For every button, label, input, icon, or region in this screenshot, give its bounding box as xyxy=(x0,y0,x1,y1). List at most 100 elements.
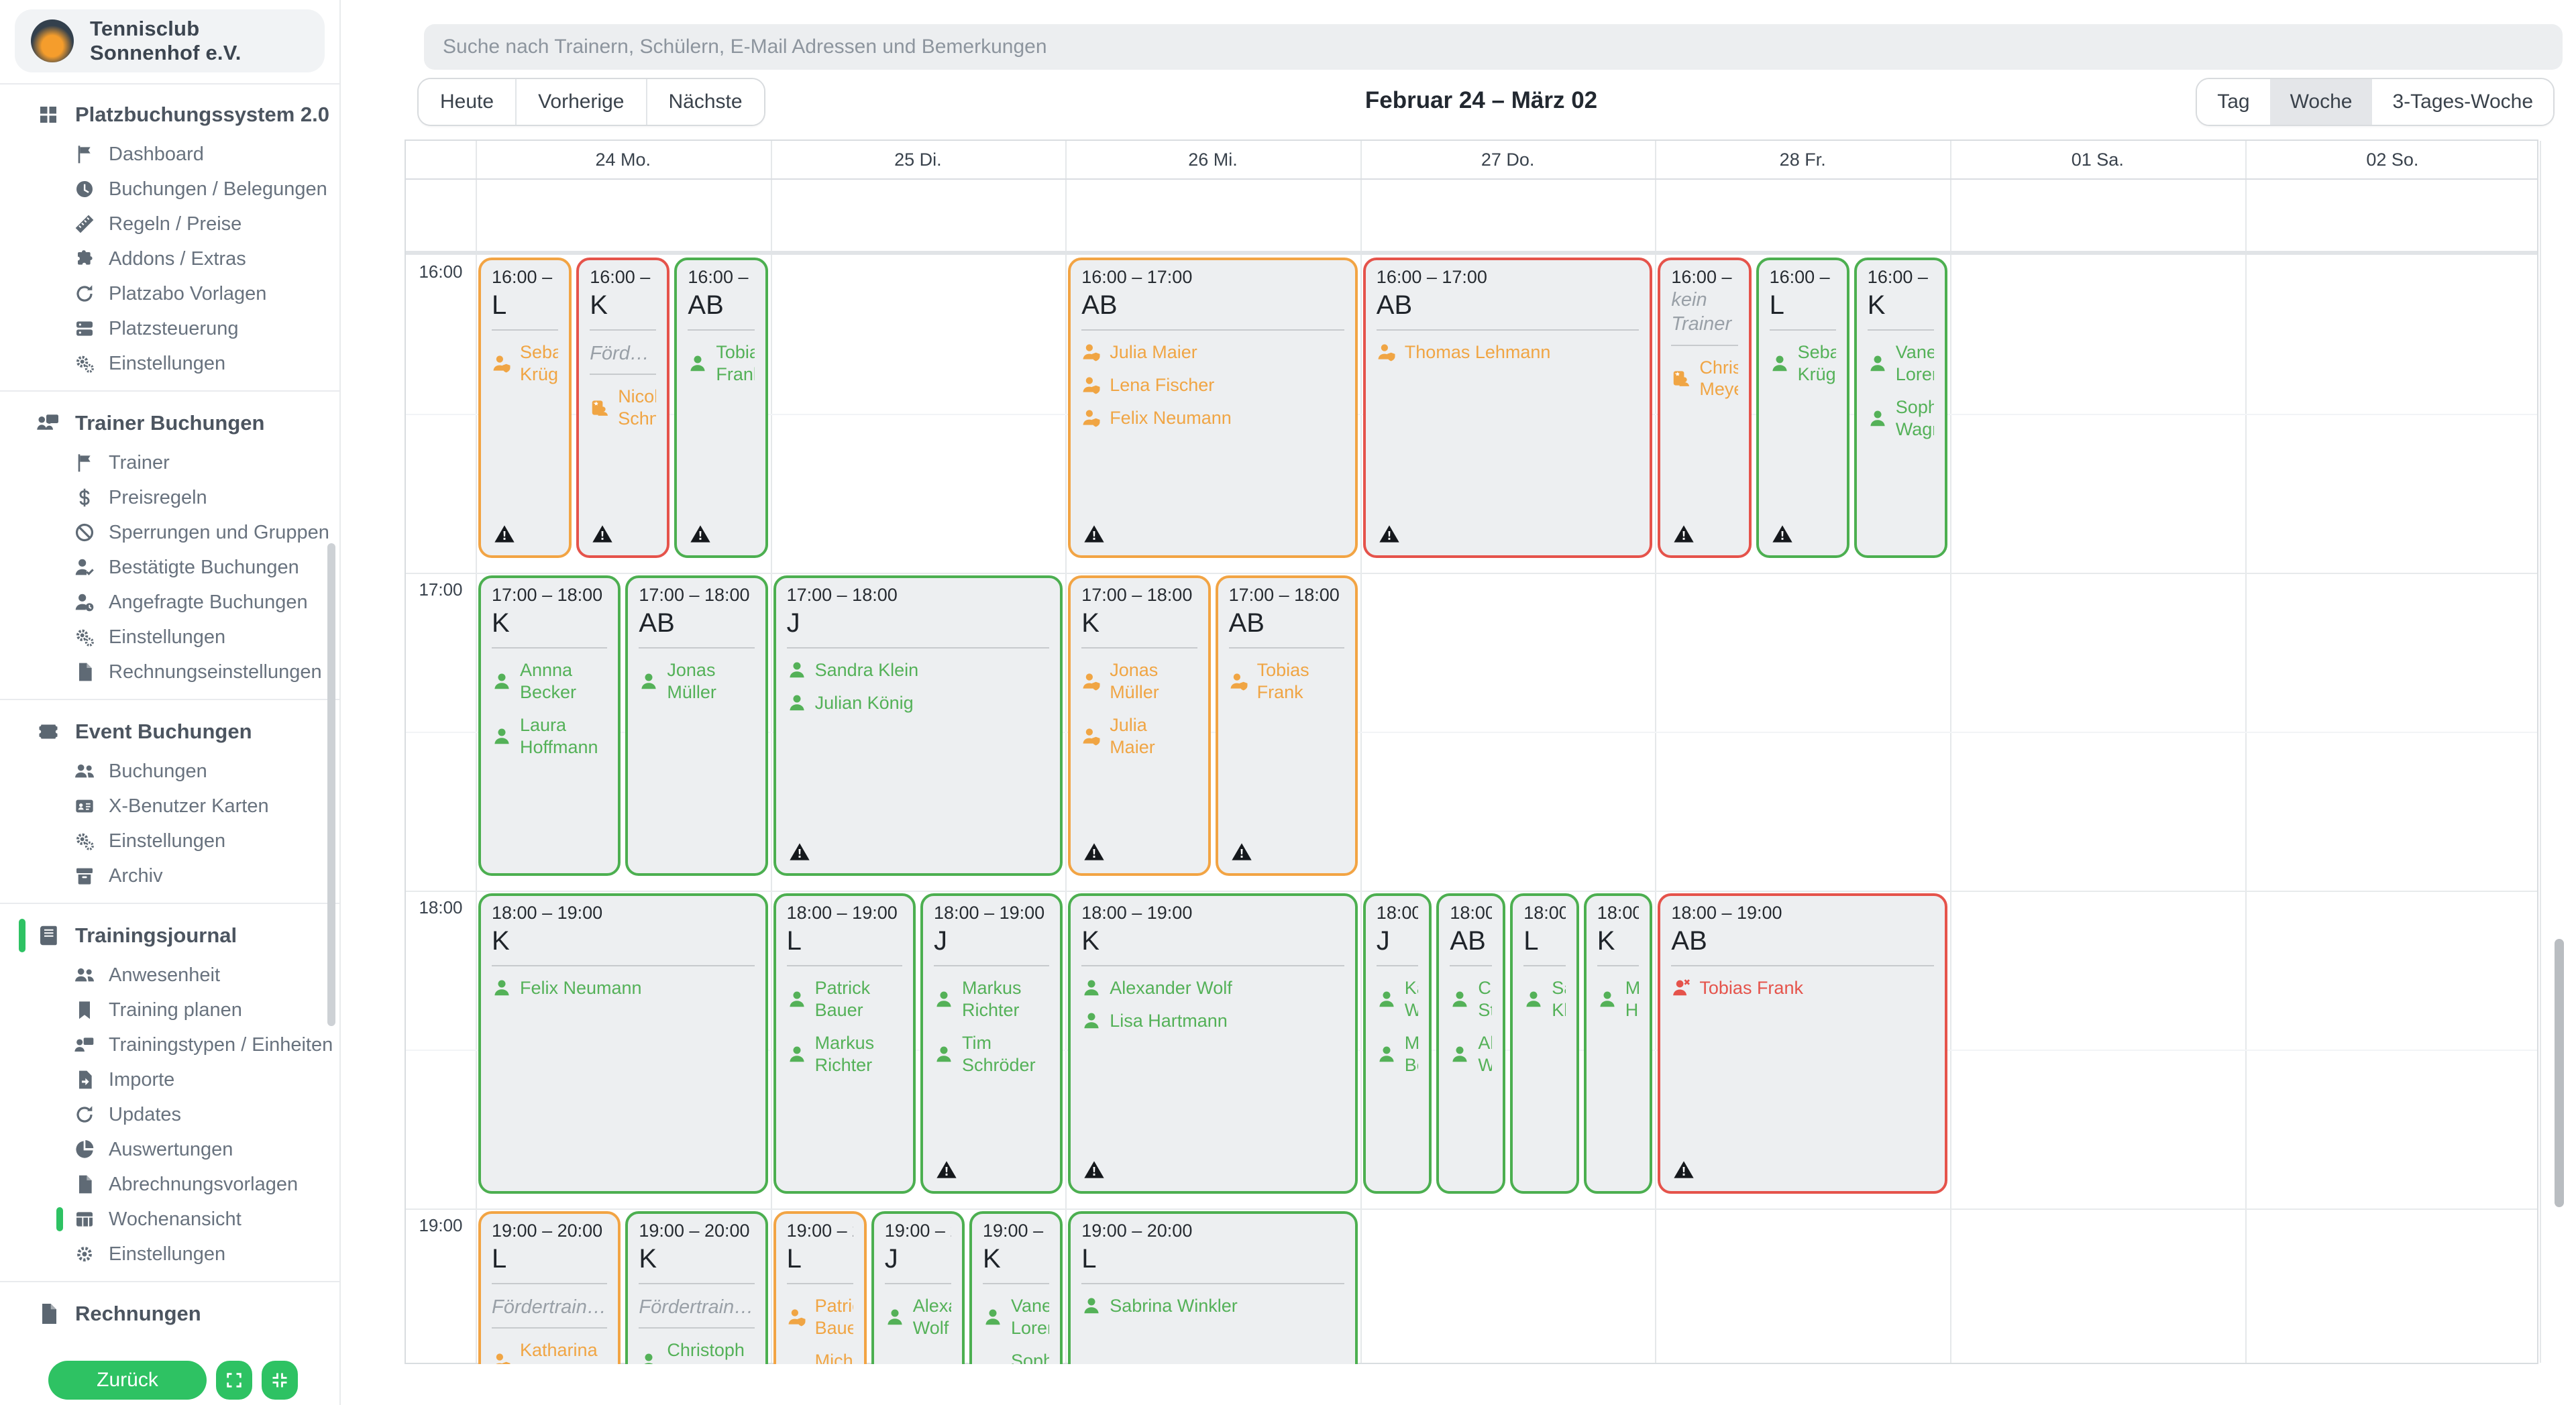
participant: Sophie Wagner xyxy=(983,1350,1049,1364)
vorherige-button[interactable]: Vorherige xyxy=(517,79,647,125)
event-card[interactable]: 18:00 – 19:00JKatharina WeberMelanie Ber… xyxy=(1363,893,1432,1194)
warning-icon xyxy=(591,523,614,545)
event-card[interactable]: 18:00 – 19:00KAlexander WolfLisa Hartman… xyxy=(1068,893,1358,1194)
person-x-icon xyxy=(1671,978,1691,998)
event-card[interactable]: 17:00 – 18:00JSandra KleinJulian König xyxy=(773,575,1063,876)
event-card[interactable]: 16:00 – 17:00ABJulia MaierLena FischerFe… xyxy=(1068,258,1358,558)
sidebar-scrollbar[interactable] xyxy=(327,543,335,1026)
participant: Maria Hoffmann xyxy=(1597,977,1640,1021)
sidebar-item-label: X-Benutzer Karten xyxy=(109,795,269,818)
sidebar-section-0[interactable]: Platzbuchungssystem 2.0 xyxy=(0,93,339,137)
view-3-tages-woche-button[interactable]: 3-Tages-Woche xyxy=(2372,79,2553,125)
event-card[interactable]: 17:00 – 18:00ABJonas Müller xyxy=(625,575,767,876)
sidebar-item[interactable]: Angefragte Buchungen xyxy=(0,585,339,620)
person-shield-icon xyxy=(787,1362,807,1364)
sidebar-item[interactable]: Addons / Extras xyxy=(0,241,339,276)
person-icon xyxy=(1081,1296,1102,1316)
event-card[interactable]: 16:00 – 17:00LSebastian Krüger xyxy=(1756,258,1849,558)
heute-button[interactable]: Heute xyxy=(419,79,517,125)
sidebar-item[interactable]: Buchungen / Belegungen xyxy=(0,172,339,207)
sidebar-item[interactable]: Rechnungseinstellungen xyxy=(0,655,339,689)
event-card[interactable]: 19:00 – 20:00KFördertrainingChristoph Me… xyxy=(625,1211,767,1364)
person-icon xyxy=(639,1351,659,1364)
event-card[interactable]: 18:00 – 19:00LPatrick BauerMarkus Richte… xyxy=(773,893,916,1194)
participant-name: Katharina Weber xyxy=(1405,977,1419,1021)
divider xyxy=(639,647,754,649)
back-button[interactable]: Zurück xyxy=(48,1361,207,1400)
collapse-button[interactable] xyxy=(262,1361,298,1400)
sidebar-item[interactable]: Platzabo Vorlagen xyxy=(0,276,339,311)
event-card[interactable]: 16:00 – 17:00ABThomas Lehmann xyxy=(1363,258,1653,558)
sidebar-item[interactable]: Abrechnungsvorlagen xyxy=(0,1167,339,1202)
person-icon xyxy=(1770,353,1790,374)
participant-name: Christoph Meyer xyxy=(1699,357,1737,401)
sidebar-item[interactable]: Sperrungen und Gruppen xyxy=(0,515,339,550)
event-card[interactable]: 16:00 – 17:00ABTobias Frank xyxy=(674,258,767,558)
participant-name: Sebastian Krüger xyxy=(1798,341,1836,386)
event-card[interactable]: 18:00 – 19:00KFelix Neumann xyxy=(478,893,768,1194)
app: Tennisclub Sonnenhof e.V. Platzbuchungss… xyxy=(0,0,2576,1405)
sidebar-item[interactable]: Wochenansicht xyxy=(0,1202,339,1237)
event-title: K xyxy=(492,607,607,639)
warning-icon xyxy=(1672,1159,1695,1180)
sidebar-item[interactable]: Einstellungen xyxy=(0,1237,339,1272)
sidebar-section-4[interactable]: Rechnungen xyxy=(0,1292,339,1336)
event-card[interactable]: 19:00 – 20:00LFördertrainingKatharina We… xyxy=(478,1211,621,1364)
sidebar-section-3[interactable]: Trainingsjournal xyxy=(0,913,339,958)
sidebar-section-label: Trainer Buchungen xyxy=(75,411,264,435)
event-card[interactable]: 19:00 – 20:00LSabrina Winkler xyxy=(1068,1211,1358,1364)
event-card[interactable]: 16:00 – 17:00KFördertrainingNicole Schne… xyxy=(576,258,669,558)
fullscreen-button[interactable] xyxy=(216,1361,252,1400)
calendar-scrollbar[interactable] xyxy=(2555,939,2564,1207)
view-woche-button[interactable]: Woche xyxy=(2270,79,2373,125)
sidebar-item[interactable]: Updates xyxy=(0,1097,339,1132)
event-card[interactable]: 16:00 – 17:00kein TrainerChristoph Meyer xyxy=(1658,258,1751,558)
search-input[interactable] xyxy=(424,24,2563,70)
event-card[interactable]: 19:00 – 20:00JAlexander Wolf xyxy=(871,1211,965,1364)
sidebar-item[interactable]: Dashboard xyxy=(0,137,339,172)
event-card[interactable]: 17:00 – 18:00KJonas MüllerJulia Maier xyxy=(1068,575,1210,876)
event-card[interactable]: 19:00 – 20:00KVanessa LorenzSophie Wagne… xyxy=(969,1211,1063,1364)
event-card[interactable]: 17:00 – 18:00KAnnna BeckerLaura Hoffmann xyxy=(478,575,621,876)
view-tag-button[interactable]: Tag xyxy=(2197,79,2269,125)
sidebar-item-label: Einstellungen xyxy=(109,626,225,649)
event-card[interactable]: 18:00 – 19:00ABTobias Frank xyxy=(1658,893,1947,1194)
sidebar-item[interactable]: Archiv xyxy=(0,858,339,893)
sidebar-item[interactable]: Einstellungen xyxy=(0,620,339,655)
sidebar-item[interactable]: Bestätigte Buchungen xyxy=(0,550,339,585)
club-header[interactable]: Tennisclub Sonnenhof e.V. xyxy=(15,9,325,72)
gears-icon xyxy=(74,830,95,852)
event-card[interactable]: 17:00 – 18:00ABTobias Frank xyxy=(1216,575,1358,876)
event-card[interactable]: 16:00 – 17:00KVanessa LorenzSophie Wagne… xyxy=(1854,258,1947,558)
hour-line xyxy=(406,573,2537,574)
event-card[interactable]: 18:00 – 19:00JMarkus RichterTim Schröder xyxy=(920,893,1063,1194)
sidebar-item[interactable]: Preisregeln xyxy=(0,480,339,515)
event-card[interactable]: 18:00 – 19:00ABClaudia SteinAlexander Wo… xyxy=(1436,893,1505,1194)
sidebar-item[interactable]: Buchungen xyxy=(0,754,339,789)
event-time: 17:00 – 18:00 xyxy=(1081,585,1197,606)
event-time: 18:00 – 19:00 xyxy=(787,903,902,923)
sidebar-item[interactable]: Auswertungen xyxy=(0,1132,339,1167)
sidebar-item[interactable]: Einstellungen xyxy=(0,346,339,381)
sidebar-item[interactable]: Trainer xyxy=(0,445,339,480)
sidebar-item[interactable]: Einstellungen xyxy=(0,824,339,858)
sidebar-item[interactable]: X-Benutzer Karten xyxy=(0,789,339,824)
participant-name: Lena Fischer xyxy=(1110,374,1214,396)
event-card[interactable]: 18:00 – 19:00KMaria Hoffmann xyxy=(1584,893,1653,1194)
sidebar-item[interactable]: Anwesenheit xyxy=(0,958,339,993)
sidebar-section-2[interactable]: Event Buchungen xyxy=(0,710,339,754)
event-card[interactable]: 19:00 – 20:00LPatrick BauerMichael Schul… xyxy=(773,1211,867,1364)
divider xyxy=(787,1283,853,1284)
event-card[interactable]: 16:00 – 17:00LSebastian Krüger xyxy=(478,258,572,558)
sidebar-item[interactable]: Importe xyxy=(0,1062,339,1097)
nächste-button[interactable]: Nächste xyxy=(647,79,764,125)
sidebar-item[interactable]: Regeln / Preise xyxy=(0,207,339,241)
sidebar-item[interactable]: Platzsteuerung xyxy=(0,311,339,346)
sidebar-item[interactable]: Training planen xyxy=(0,993,339,1027)
sidebar-item-label: Regeln / Preise xyxy=(109,213,241,235)
event-time: 16:00 – 17:00 xyxy=(590,267,656,288)
sidebar-item[interactable]: Trainingstypen / Einheiten planen xyxy=(0,1027,339,1062)
participant: Sophie Wagner xyxy=(1868,396,1934,441)
event-card[interactable]: 18:00 – 19:00LSandra Klein xyxy=(1510,893,1579,1194)
sidebar-section-1[interactable]: Trainer Buchungen xyxy=(0,401,339,445)
